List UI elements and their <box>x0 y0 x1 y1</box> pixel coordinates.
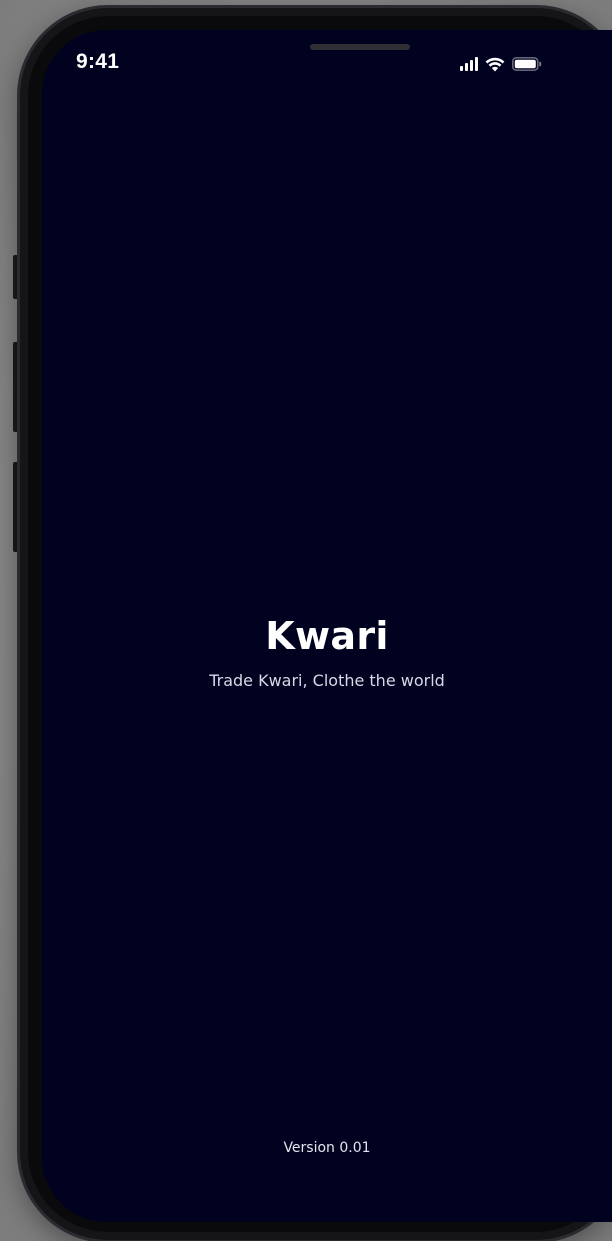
battery-icon <box>512 57 542 71</box>
splash-screen: 9:41 Kwari Trade Kwari, Clothe the world… <box>42 30 612 1222</box>
app-tagline: Trade Kwari, Clothe the world <box>209 671 445 690</box>
wifi-icon <box>485 57 505 72</box>
app-title: Kwari <box>265 614 389 658</box>
cellular-signal-icon <box>460 57 478 71</box>
status-time: 9:41 <box>76 50 120 73</box>
status-bar: 9:41 <box>42 30 612 100</box>
brand-block: Kwari Trade Kwari, Clothe the world <box>42 612 612 692</box>
device-mockup: 9:41 Kwari Trade Kwari, Clothe the world… <box>0 0 612 1241</box>
version-label: Version 0.01 <box>283 1140 371 1156</box>
status-icons <box>460 54 542 74</box>
